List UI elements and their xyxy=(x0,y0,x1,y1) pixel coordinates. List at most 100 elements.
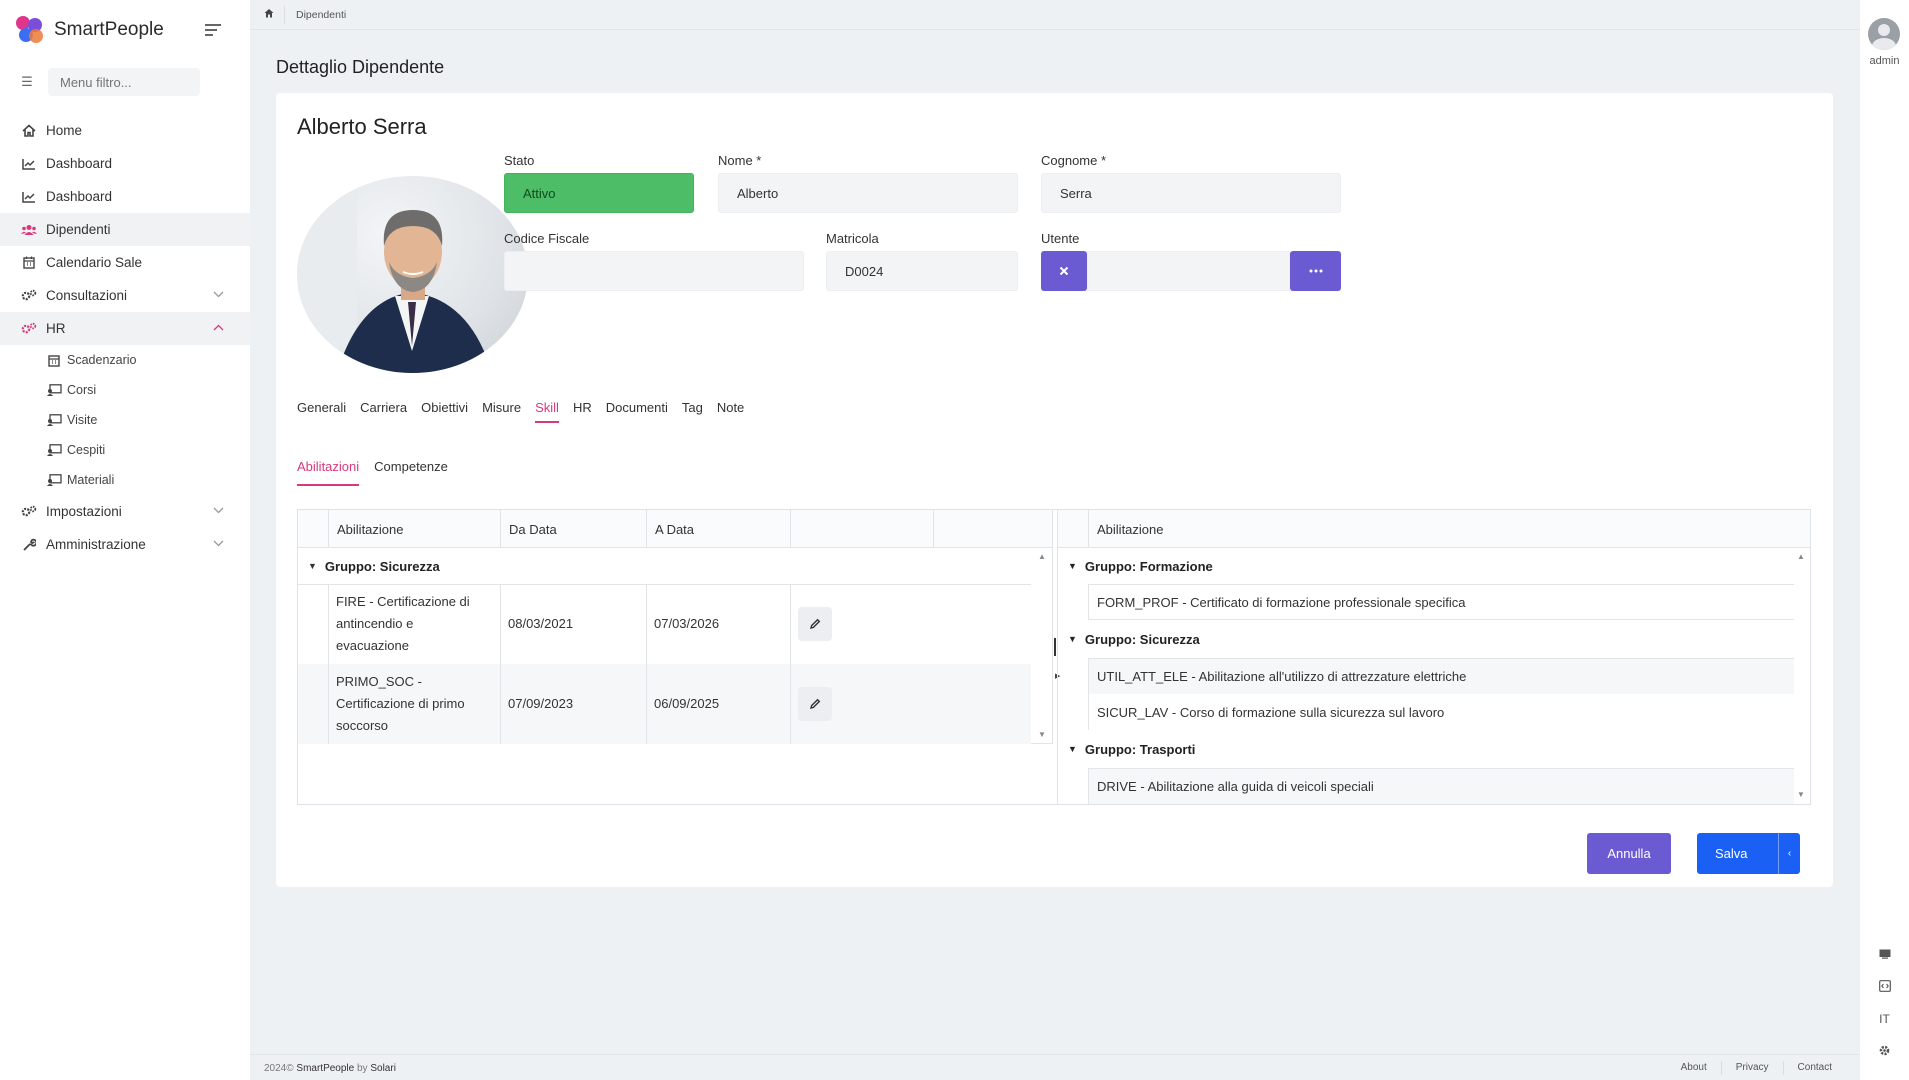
sidebar-item-label: Amministrazione xyxy=(46,537,146,552)
edit-button[interactable] xyxy=(798,687,832,721)
screen-user-icon xyxy=(46,383,62,397)
screen-user-icon xyxy=(46,413,62,427)
chevron-down-icon xyxy=(213,505,224,517)
column-header-da-data[interactable]: Da Data xyxy=(500,510,646,548)
assigned-abilitazioni-table: Abilitazione Da Data A Data ▼ Gruppo: Si… xyxy=(298,510,1053,744)
footer-link-about[interactable]: About xyxy=(1667,1061,1721,1075)
sidebar-item-dashboard-2[interactable]: Dashboard xyxy=(0,180,250,213)
tab-carriera[interactable]: Carriera xyxy=(360,400,407,423)
caret-down-icon: ▼ xyxy=(308,561,317,571)
matricola-field[interactable]: D0024 xyxy=(826,251,1018,291)
menu-toggle-icon[interactable] xyxy=(205,24,221,39)
sidebar-item-label: Dashboard xyxy=(46,156,113,171)
cogs-icon xyxy=(21,321,37,337)
pencil-icon xyxy=(810,618,821,629)
sidebar-subitem-scadenzario[interactable]: Scadenzario xyxy=(0,345,250,375)
sidebar-subitem-corsi[interactable]: Corsi xyxy=(0,375,250,405)
abilitazione-cell: PRIMO_SOC - Certificazione di primo socc… xyxy=(336,674,465,733)
cognome-field[interactable]: Serra xyxy=(1041,173,1341,213)
tab-misure[interactable]: Misure xyxy=(482,400,521,423)
stato-select[interactable]: Attivo xyxy=(504,173,694,213)
gear-icon[interactable] xyxy=(1860,1044,1909,1060)
sidebar-item-dashboard[interactable]: Dashboard xyxy=(0,147,250,180)
sidebar-subitem-materiali[interactable]: Materiali xyxy=(0,465,250,495)
sidebar-item-impostazioni[interactable]: Impostazioni xyxy=(0,495,250,528)
list-item[interactable]: FORM_PROF - Certificato di formazione pr… xyxy=(1088,584,1794,620)
utente-label: Utente xyxy=(1041,231,1080,246)
smartpeople-logo-icon xyxy=(16,16,44,44)
save-button-label: Salva xyxy=(1715,846,1748,861)
footer-link-contact[interactable]: Contact xyxy=(1782,1061,1846,1075)
scroll-down-arrow[interactable]: ▼ xyxy=(1037,730,1047,739)
sidebar-item-dipendenti[interactable]: Dipendenti xyxy=(0,213,250,246)
column-header-abilitazione[interactable]: Abilitazione xyxy=(1088,510,1794,548)
clear-user-button[interactable] xyxy=(1041,251,1087,291)
edit-button[interactable] xyxy=(798,607,832,641)
sidebar-subitem-cespiti[interactable]: Cespiti xyxy=(0,435,250,465)
menu-filter-input[interactable] xyxy=(48,68,200,96)
tab-generali[interactable]: Generali xyxy=(297,400,346,423)
breadcrumb-current: Dipendenti xyxy=(296,9,347,21)
sidebar-item-hr[interactable]: HR xyxy=(0,312,250,345)
subtab-competenze[interactable]: Competenze xyxy=(374,459,448,486)
group-row[interactable]: ▼ Gruppo: Trasporti xyxy=(1068,731,1195,767)
list-item[interactable]: SICUR_LAV - Corso di formazione sulla si… xyxy=(1088,694,1794,730)
list-item[interactable]: UTIL_ATT_ELE - Abilitazione all'utilizzo… xyxy=(1088,658,1794,694)
language-selector[interactable]: IT xyxy=(1860,1012,1909,1026)
cogs-icon xyxy=(21,504,37,520)
scroll-up-arrow[interactable]: ▲ xyxy=(1037,552,1047,561)
group-row[interactable]: ▼ Gruppo: Sicurezza xyxy=(308,548,440,584)
calendar-icon xyxy=(46,353,62,367)
tab-obiettivi[interactable]: Obiettivi xyxy=(421,400,468,423)
group-row[interactable]: ▼ Gruppo: Formazione xyxy=(1068,548,1213,584)
tab-skill[interactable]: Skill xyxy=(535,400,559,423)
tab-documenti[interactable]: Documenti xyxy=(606,400,668,423)
scroll-up-arrow[interactable]: ▲ xyxy=(1796,552,1806,561)
subtab-abilitazioni[interactable]: Abilitazioni xyxy=(297,459,360,486)
cancel-button[interactable]: Annulla xyxy=(1587,833,1671,874)
nome-field[interactable]: Alberto xyxy=(718,173,1018,213)
code-icon[interactable] xyxy=(1860,980,1909,995)
copyright: 2024© SmartPeople by Solari xyxy=(264,1063,396,1074)
tab-hr[interactable]: HR xyxy=(573,400,592,423)
calendar-icon xyxy=(21,255,37,271)
sidebar-item-label: Dipendenti xyxy=(46,222,111,237)
column-header-abilitazione[interactable]: Abilitazione xyxy=(328,510,500,548)
footer-link-privacy[interactable]: Privacy xyxy=(1720,1061,1783,1075)
da-data-cell: 07/09/2023 xyxy=(508,696,574,711)
a-data-cell: 07/03/2026 xyxy=(654,616,720,631)
sidebar-subitem-label: Corsi xyxy=(67,383,97,397)
select-user-button[interactable] xyxy=(1290,251,1341,291)
chevron-left-icon[interactable]: ‹ xyxy=(1778,833,1800,874)
sidebar-item-calendario-sale[interactable]: Calendario Sale xyxy=(0,246,250,279)
group-row[interactable]: ▼ Gruppo: Sicurezza xyxy=(1068,621,1200,657)
brand[interactable]: SmartPeople xyxy=(16,16,164,44)
sidebar-subitem-label: Scadenzario xyxy=(67,353,137,367)
splitter-handle[interactable] xyxy=(1054,638,1056,656)
home-icon[interactable] xyxy=(264,8,274,21)
wrench-icon xyxy=(21,537,37,553)
sidebar-subitem-visite[interactable]: Visite xyxy=(0,405,250,435)
sidebar-item-amministrazione[interactable]: Amministrazione xyxy=(0,528,250,561)
utente-field[interactable] xyxy=(1087,251,1290,291)
app-name: SmartPeople xyxy=(54,19,164,40)
table-header: Abilitazione xyxy=(1058,510,1810,548)
abilitazioni-grid-area: Abilitazione Da Data A Data ▼ Gruppo: Si… xyxy=(297,509,1811,805)
sidebar: SmartPeople ☰ Home Dashboard Dashboard xyxy=(0,0,250,1080)
save-button[interactable]: Salva ‹ xyxy=(1697,833,1800,874)
tab-tag[interactable]: Tag xyxy=(682,400,703,423)
sidebar-item-consultazioni[interactable]: Consultazioni xyxy=(0,279,250,312)
sidebar-item-home[interactable]: Home xyxy=(0,114,250,147)
caret-down-icon: ▼ xyxy=(1068,634,1077,644)
nome-label: Nome * xyxy=(718,153,762,168)
employee-name: Alberto Serra xyxy=(297,114,427,139)
tab-note[interactable]: Note xyxy=(717,400,744,423)
list-item[interactable]: DRIVE - Abilitazione alla guida di veico… xyxy=(1088,768,1794,804)
right-rail: admin IT xyxy=(1860,0,1909,1080)
codice-fiscale-field[interactable] xyxy=(504,251,804,291)
scroll-down-arrow[interactable]: ▼ xyxy=(1796,790,1806,799)
screen-icon[interactable] xyxy=(1860,948,1909,962)
column-header-a-data[interactable]: A Data xyxy=(646,510,790,548)
close-icon xyxy=(1059,266,1069,276)
avatar[interactable] xyxy=(1868,18,1900,50)
